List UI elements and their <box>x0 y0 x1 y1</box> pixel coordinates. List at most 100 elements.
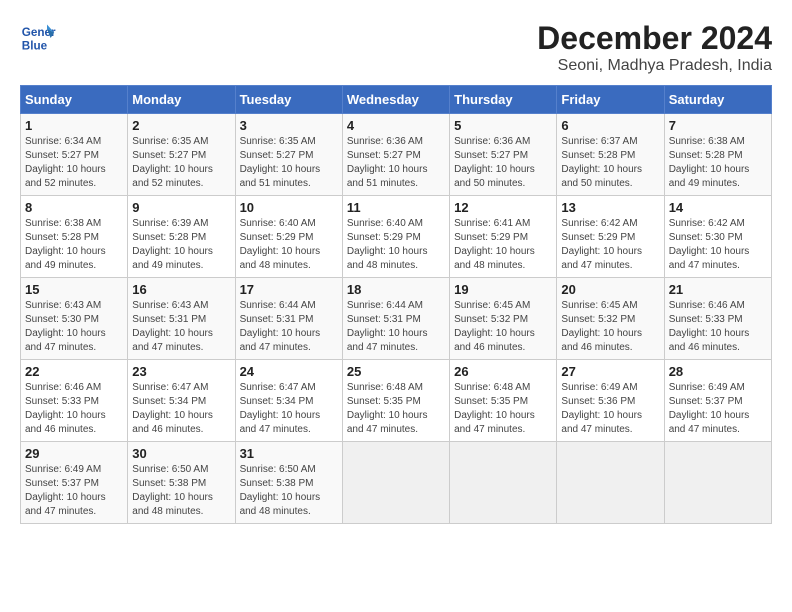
day-number: 17 <box>240 282 338 297</box>
day-info: Sunrise: 6:35 AM Sunset: 5:27 PM Dayligh… <box>132 135 230 191</box>
calendar-cell: 26 Sunrise: 6:48 AM Sunset: 5:35 PM Dayli… <box>450 360 557 442</box>
calendar-cell: 28Sunrise: 6:49 AM Sunset: 5:37 PM Dayli… <box>664 360 771 442</box>
calendar-cell: 1 Sunrise: 6:34 AM Sunset: 5:27 PM Daylig… <box>21 114 128 196</box>
calendar-week-row: 1 Sunrise: 6:34 AM Sunset: 5:27 PM Daylig… <box>21 114 772 196</box>
day-number: 13 <box>561 200 659 215</box>
calendar-cell: 27 Sunrise: 6:49 AM Sunset: 5:36 PM Dayli… <box>557 360 664 442</box>
day-number: 18 <box>347 282 445 297</box>
day-number: 19 <box>454 282 552 297</box>
day-info: Sunrise: 6:48 AM Sunset: 5:35 PM Dayligh… <box>347 381 445 437</box>
day-info: Sunrise: 6:40 AM Sunset: 5:29 PM Dayligh… <box>347 217 445 273</box>
day-info: Sunrise: 6:39 AM Sunset: 5:28 PM Dayligh… <box>132 217 230 273</box>
day-info: Sunrise: 6:46 AM Sunset: 5:33 PM Dayligh… <box>25 381 123 437</box>
weekday-header-wednesday: Wednesday <box>342 86 449 114</box>
calendar-cell: 21Sunrise: 6:46 AM Sunset: 5:33 PM Dayli… <box>664 278 771 360</box>
day-info: Sunrise: 6:44 AM Sunset: 5:31 PM Dayligh… <box>240 299 338 355</box>
calendar-cell: 11 Sunrise: 6:40 AM Sunset: 5:29 PM Dayli… <box>342 196 449 278</box>
day-info: Sunrise: 6:35 AM Sunset: 5:27 PM Dayligh… <box>240 135 338 191</box>
calendar-cell: 20Sunrise: 6:45 AM Sunset: 5:32 PM Dayli… <box>557 278 664 360</box>
day-number: 11 <box>347 200 445 215</box>
day-info: Sunrise: 6:43 AM Sunset: 5:31 PM Dayligh… <box>132 299 230 355</box>
calendar-cell <box>664 442 771 524</box>
calendar-cell <box>342 442 449 524</box>
calendar-week-row: 8Sunrise: 6:38 AM Sunset: 5:28 PM Daylig… <box>21 196 772 278</box>
calendar-cell: 7Sunrise: 6:38 AM Sunset: 5:28 PM Daylig… <box>664 114 771 196</box>
day-info: Sunrise: 6:45 AM Sunset: 5:32 PM Dayligh… <box>454 299 552 355</box>
day-info: Sunrise: 6:47 AM Sunset: 5:34 PM Dayligh… <box>132 381 230 437</box>
day-info: Sunrise: 6:50 AM Sunset: 5:38 PM Dayligh… <box>240 463 338 519</box>
calendar-cell: 13 Sunrise: 6:42 AM Sunset: 5:29 PM Dayli… <box>557 196 664 278</box>
day-info: Sunrise: 6:42 AM Sunset: 5:29 PM Dayligh… <box>561 217 659 273</box>
day-number: 20 <box>561 282 659 297</box>
day-info: Sunrise: 6:48 AM Sunset: 5:35 PM Dayligh… <box>454 381 552 437</box>
calendar-cell <box>450 442 557 524</box>
day-info: Sunrise: 6:43 AM Sunset: 5:30 PM Dayligh… <box>25 299 123 355</box>
weekday-header-friday: Friday <box>557 86 664 114</box>
day-number: 14 <box>669 200 767 215</box>
weekday-header-tuesday: Tuesday <box>235 86 342 114</box>
calendar-cell: 16 Sunrise: 6:43 AM Sunset: 5:31 PM Dayli… <box>128 278 235 360</box>
calendar-cell: 15Sunrise: 6:43 AM Sunset: 5:30 PM Dayli… <box>21 278 128 360</box>
day-info: Sunrise: 6:47 AM Sunset: 5:34 PM Dayligh… <box>240 381 338 437</box>
calendar-cell: 31 Sunrise: 6:50 AM Sunset: 5:38 PM Dayli… <box>235 442 342 524</box>
calendar-cell: 30 Sunrise: 6:50 AM Sunset: 5:38 PM Dayli… <box>128 442 235 524</box>
calendar-cell: 14 Sunrise: 6:42 AM Sunset: 5:30 PM Dayli… <box>664 196 771 278</box>
day-number: 1 <box>25 118 123 133</box>
day-number: 23 <box>132 364 230 379</box>
day-info: Sunrise: 6:44 AM Sunset: 5:31 PM Dayligh… <box>347 299 445 355</box>
calendar-cell: 9 Sunrise: 6:39 AM Sunset: 5:28 PM Daylig… <box>128 196 235 278</box>
day-number: 26 <box>454 364 552 379</box>
day-number: 21 <box>669 282 767 297</box>
day-info: Sunrise: 6:40 AM Sunset: 5:29 PM Dayligh… <box>240 217 338 273</box>
calendar-cell: 18 Sunrise: 6:44 AM Sunset: 5:31 PM Dayli… <box>342 278 449 360</box>
calendar-cell: 2Sunrise: 6:35 AM Sunset: 5:27 PM Daylig… <box>128 114 235 196</box>
calendar-cell <box>557 442 664 524</box>
day-number: 22 <box>25 364 123 379</box>
weekday-header-thursday: Thursday <box>450 86 557 114</box>
calendar-week-row: 22 Sunrise: 6:46 AM Sunset: 5:33 PM Dayli… <box>21 360 772 442</box>
calendar-cell: 8Sunrise: 6:38 AM Sunset: 5:28 PM Daylig… <box>21 196 128 278</box>
day-info: Sunrise: 6:49 AM Sunset: 5:36 PM Dayligh… <box>561 381 659 437</box>
day-number: 16 <box>132 282 230 297</box>
title-block: December 2024 Seoni, Madhya Pradesh, Ind… <box>537 20 772 75</box>
calendar-cell: 3 Sunrise: 6:35 AM Sunset: 5:27 PM Daylig… <box>235 114 342 196</box>
month-title: December 2024 <box>537 20 772 57</box>
day-number: 4 <box>347 118 445 133</box>
page-header: General Blue December 2024 Seoni, Madhya… <box>20 20 772 75</box>
calendar-week-row: 15Sunrise: 6:43 AM Sunset: 5:30 PM Dayli… <box>21 278 772 360</box>
day-info: Sunrise: 6:50 AM Sunset: 5:38 PM Dayligh… <box>132 463 230 519</box>
day-number: 3 <box>240 118 338 133</box>
day-number: 31 <box>240 446 338 461</box>
day-number: 7 <box>669 118 767 133</box>
day-info: Sunrise: 6:49 AM Sunset: 5:37 PM Dayligh… <box>669 381 767 437</box>
calendar-week-row: 29Sunrise: 6:49 AM Sunset: 5:37 PM Dayli… <box>21 442 772 524</box>
day-number: 12 <box>454 200 552 215</box>
day-info: Sunrise: 6:41 AM Sunset: 5:29 PM Dayligh… <box>454 217 552 273</box>
day-info: Sunrise: 6:38 AM Sunset: 5:28 PM Dayligh… <box>25 217 123 273</box>
day-info: Sunrise: 6:34 AM Sunset: 5:27 PM Dayligh… <box>25 135 123 191</box>
calendar-table: SundayMondayTuesdayWednesdayThursdayFrid… <box>20 85 772 524</box>
day-number: 27 <box>561 364 659 379</box>
day-number: 30 <box>132 446 230 461</box>
day-number: 25 <box>347 364 445 379</box>
calendar-cell: 10Sunrise: 6:40 AM Sunset: 5:29 PM Dayli… <box>235 196 342 278</box>
weekday-header-saturday: Saturday <box>664 86 771 114</box>
day-info: Sunrise: 6:42 AM Sunset: 5:30 PM Dayligh… <box>669 217 767 273</box>
calendar-cell: 5Sunrise: 6:36 AM Sunset: 5:27 PM Daylig… <box>450 114 557 196</box>
day-info: Sunrise: 6:37 AM Sunset: 5:28 PM Dayligh… <box>561 135 659 191</box>
day-number: 24 <box>240 364 338 379</box>
weekday-header-row: SundayMondayTuesdayWednesdayThursdayFrid… <box>21 86 772 114</box>
day-number: 9 <box>132 200 230 215</box>
weekday-header-monday: Monday <box>128 86 235 114</box>
weekday-header-sunday: Sunday <box>21 86 128 114</box>
day-number: 6 <box>561 118 659 133</box>
day-info: Sunrise: 6:36 AM Sunset: 5:27 PM Dayligh… <box>347 135 445 191</box>
calendar-cell: 19 Sunrise: 6:45 AM Sunset: 5:32 PM Dayli… <box>450 278 557 360</box>
logo: General Blue <box>20 20 56 56</box>
calendar-cell: 24 Sunrise: 6:47 AM Sunset: 5:34 PM Dayli… <box>235 360 342 442</box>
calendar-cell: 22 Sunrise: 6:46 AM Sunset: 5:33 PM Dayli… <box>21 360 128 442</box>
calendar-cell: 25 Sunrise: 6:48 AM Sunset: 5:35 PM Dayli… <box>342 360 449 442</box>
calendar-cell: 12 Sunrise: 6:41 AM Sunset: 5:29 PM Dayli… <box>450 196 557 278</box>
calendar-cell: 17 Sunrise: 6:44 AM Sunset: 5:31 PM Dayli… <box>235 278 342 360</box>
day-number: 29 <box>25 446 123 461</box>
